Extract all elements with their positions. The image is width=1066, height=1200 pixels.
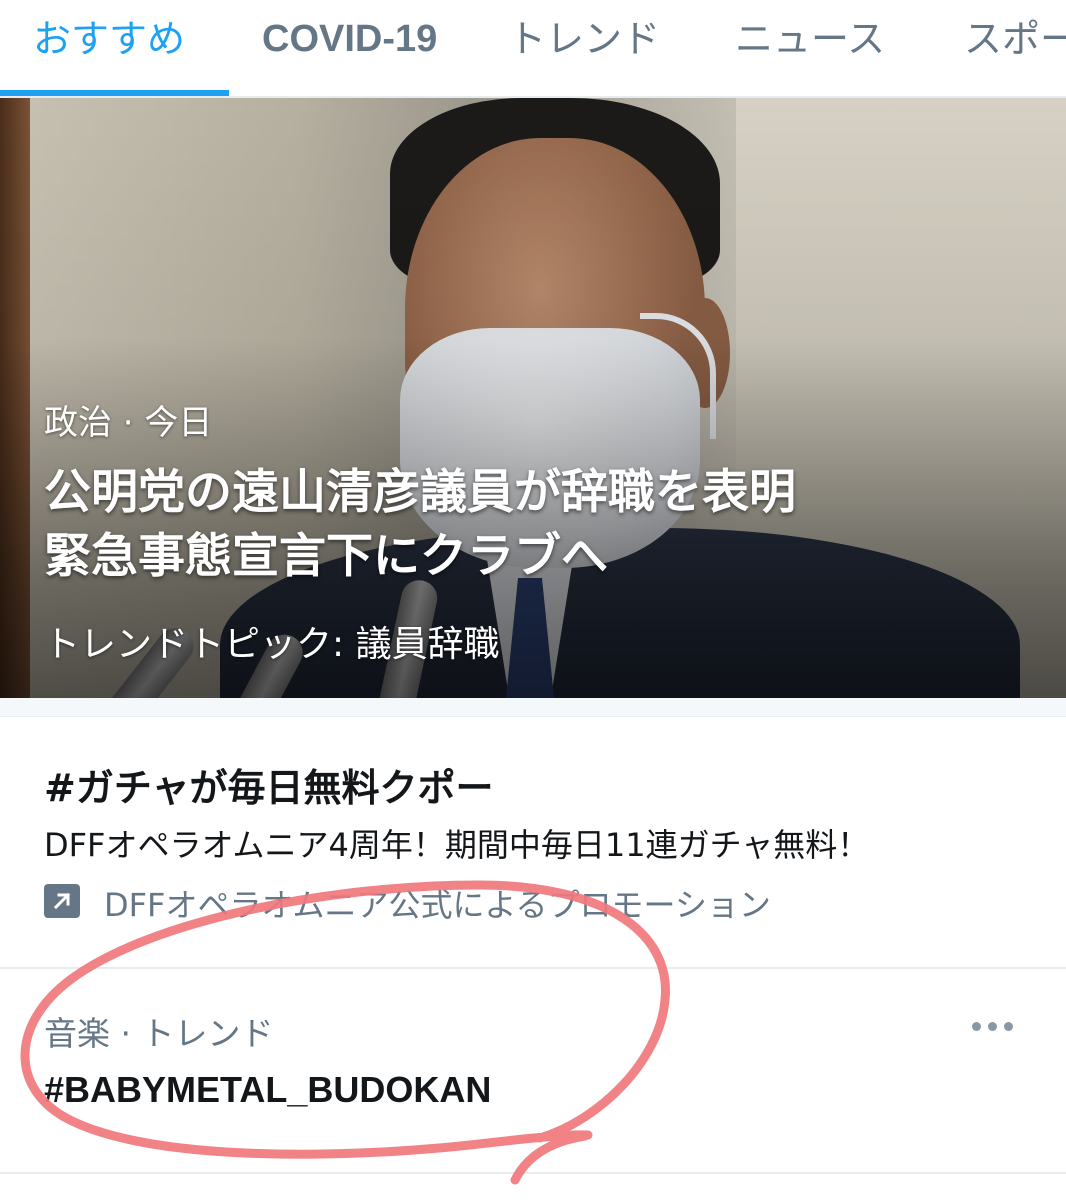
tab-trending[interactable]: トレンド <box>508 0 660 96</box>
trend-hashtag: #BABYMETAL_BUDOKAN <box>44 1069 492 1110</box>
hero-category-time: 政治 · 今日 <box>44 403 213 443</box>
tab-for-you[interactable]: おすすめ <box>33 0 185 96</box>
tab-news[interactable]: ニュース <box>735 0 885 96</box>
promoted-arrow-icon <box>44 884 80 918</box>
section-divider <box>0 698 1066 717</box>
hero-headline-line: 公明党の遠山清彦議員が辞職を表明 <box>44 465 796 520</box>
trend-item[interactable]: 音楽 · トレンド #BABYMETAL_BUDOKAN <box>0 969 1066 1174</box>
featured-news-card[interactable]: 政治 · 今日 公明党の遠山清彦議員が辞職を表明 緊急事態宣言下にクラブへ トレ… <box>0 98 1066 698</box>
trend-category: 音楽 · トレンド <box>44 1014 274 1053</box>
hero-headline-line: 緊急事態宣言下にクラブへ <box>44 529 608 584</box>
hero-trending-topic: トレンドトピック: 議員辞職 <box>44 624 500 665</box>
tab-covid-19[interactable]: COVID-19 <box>262 0 437 96</box>
promoted-trend-description: DFFオペラオムニア4周年！期間中毎日11連ガチャ無料！ <box>44 826 870 864</box>
tab-sports[interactable]: スポー <box>964 0 1066 96</box>
hero-headline: 公明党の遠山清彦議員が辞職を表明 緊急事態宣言下にクラブへ <box>44 461 1044 589</box>
explore-tab-bar: おすすめ COVID-19 トレンド ニュース スポー <box>0 0 1066 98</box>
active-tab-indicator <box>0 90 229 96</box>
promoted-trend-item[interactable]: #ガチャが毎日無料クポー DFFオペラオムニア4周年！期間中毎日11連ガチャ無料… <box>0 717 1066 969</box>
promoted-by-text: DFFオペラオムニア公式によるプロモーション <box>104 886 771 924</box>
promoted-trend-title: #ガチャが毎日無料クポー <box>44 766 494 810</box>
more-dots-icon[interactable] <box>970 1009 1016 1043</box>
